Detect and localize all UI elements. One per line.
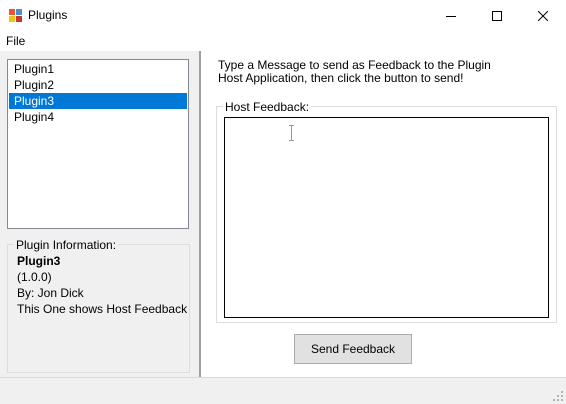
menu-file[interactable]: File (6, 34, 25, 48)
right-panel: Type a Message to send as Feedback to th… (201, 51, 566, 377)
plugin-list-item[interactable]: Plugin1 (9, 61, 187, 77)
plugin-list-item[interactable]: Plugin2 (9, 77, 187, 93)
window-title: Plugins (28, 8, 68, 22)
close-icon (538, 10, 548, 21)
plugin-list-item-selected[interactable]: Plugin3 (9, 93, 187, 109)
maximize-icon (492, 10, 502, 21)
plugins-app-icon (9, 9, 22, 22)
host-feedback-group: Host Feedback: (216, 100, 557, 323)
size-grip-icon[interactable] (553, 391, 563, 401)
maximize-button[interactable] (474, 0, 520, 31)
plugin-description: This One shows Host Feedback (17, 302, 188, 316)
host-feedback-title: Host Feedback: (223, 100, 312, 114)
plugin-list-item[interactable]: Plugin4 (9, 109, 187, 125)
plugin-name: Plugin3 (17, 254, 61, 268)
close-button[interactable] (520, 0, 566, 31)
status-bar (0, 377, 566, 404)
minimize-icon (446, 15, 456, 17)
feedback-textarea[interactable] (224, 117, 549, 318)
text-cursor-icon (289, 125, 294, 141)
plugin-info-group: Plugin Information: Plugin3 (1.0.0) By: … (7, 238, 190, 373)
plugin-info-title: Plugin Information: (14, 238, 119, 252)
instructions-text: Type a Message to send as Feedback to th… (218, 58, 491, 85)
plugin-author: By: Jon Dick (17, 286, 84, 300)
left-panel: Plugin1 Plugin2 Plugin3 Plugin4 Plugin I… (0, 51, 199, 377)
plugin-list[interactable]: Plugin1 Plugin2 Plugin3 Plugin4 (7, 59, 189, 229)
title-bar: Plugins (0, 0, 566, 31)
send-feedback-button[interactable]: Send Feedback (294, 334, 412, 364)
menu-bar: File (0, 31, 566, 51)
minimize-button[interactable] (428, 0, 474, 31)
plugin-version: (1.0.0) (17, 270, 52, 284)
